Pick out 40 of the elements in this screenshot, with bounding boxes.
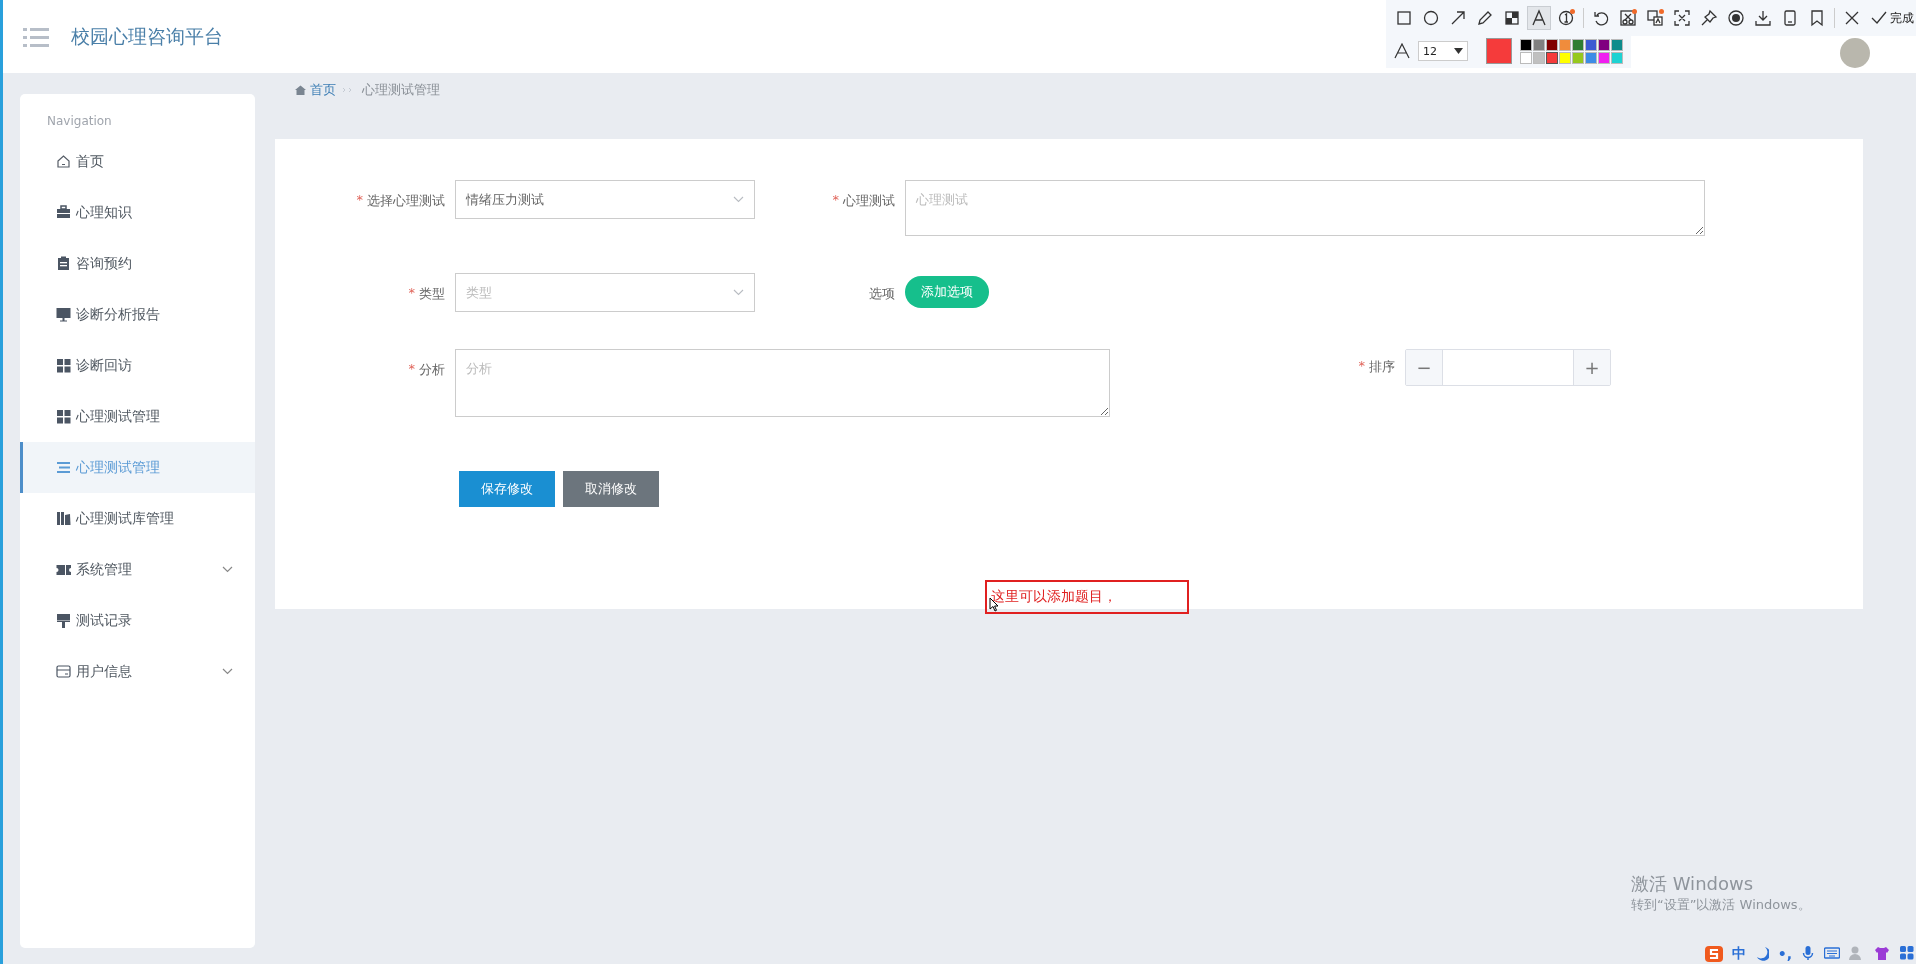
sidebar-item[interactable]: 用户信息 <box>20 646 255 697</box>
app-title: 校园心理咨询平台 <box>71 23 223 49</box>
breadcrumb-current: 心理测试管理 <box>362 80 440 99</box>
punctuation-indicator[interactable]: •, <box>1777 946 1792 962</box>
activation-text: 转到“设置”以激活 Windows。 <box>1631 896 1811 914</box>
cancel-button[interactable]: 取消修改 <box>563 471 659 507</box>
annotation-text: 这里可以添加题目， <box>991 588 1117 606</box>
sidebar-item[interactable]: 首页 <box>20 136 255 187</box>
field-label: 排序 <box>1369 358 1395 376</box>
required-mark: * <box>408 285 415 302</box>
number-stepper[interactable]: − + <box>1405 349 1611 386</box>
language-indicator[interactable]: 中 <box>1731 945 1746 963</box>
required-mark: * <box>1358 358 1365 375</box>
sidebar-item[interactable]: 心理知识 <box>20 187 255 238</box>
text-area[interactable]: 分析 <box>455 349 1110 417</box>
required-mark: * <box>356 192 363 209</box>
sidebar-item[interactable]: 诊断分析报告 <box>20 289 255 340</box>
sidebar-item[interactable]: 咨询预约 <box>20 238 255 289</box>
text-area[interactable]: 心理测试 <box>905 180 1705 236</box>
sidebar-item[interactable]: 心理测试管理 <box>20 391 255 442</box>
required-mark: * <box>832 192 839 209</box>
field-label: 选项 <box>869 285 895 303</box>
field-label: 分析 <box>419 361 445 379</box>
nav-heading: Navigation <box>46 114 113 128</box>
required-mark: * <box>408 361 415 378</box>
increment-button[interactable]: + <box>1574 350 1610 385</box>
select-field[interactable]: 情绪压力测试 <box>455 180 755 219</box>
sidebar-item[interactable]: 测试记录 <box>20 595 255 646</box>
font-size-select[interactable]: 12 <box>1418 41 1468 61</box>
done-button[interactable]: 完成 <box>1871 9 1914 27</box>
sidebar-item[interactable]: 系统管理 <box>20 544 255 595</box>
activation-title: 激活 Windows <box>1631 872 1755 896</box>
sidebar-item[interactable]: 诊断回访 <box>20 340 255 391</box>
sidebar-item[interactable]: 心理测试库管理 <box>20 493 255 544</box>
breadcrumb-link[interactable]: 首页 <box>310 80 336 99</box>
field-label: 选择心理测试 <box>367 192 445 210</box>
save-button[interactable]: 保存修改 <box>459 471 555 507</box>
field-label: 类型 <box>419 285 445 303</box>
field-label: 心理测试 <box>843 192 895 210</box>
decrement-button[interactable]: − <box>1406 350 1442 385</box>
